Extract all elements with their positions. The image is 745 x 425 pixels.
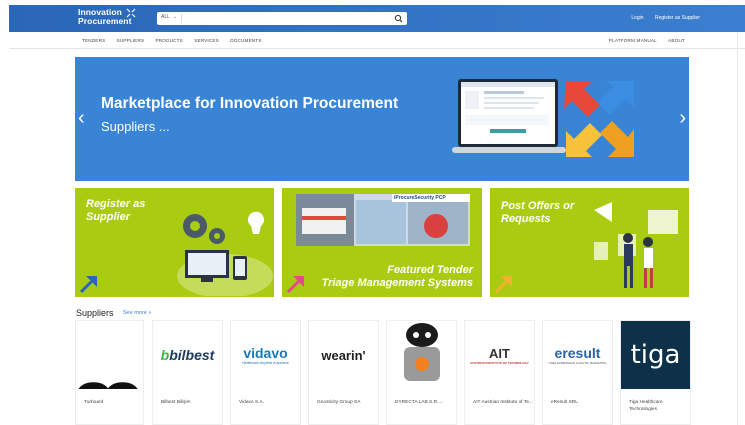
ait-logo-text: AIT (489, 345, 510, 361)
supplier-illustration (177, 211, 273, 296)
supplier-logo-turboard (76, 321, 143, 389)
nav-platform-manual[interactable]: PLATFORM MANUAL (609, 38, 657, 43)
supplier-logo-ait: AIT AUSTRIAN INSTITUTE OF TECHNOLOGY (465, 321, 534, 389)
carousel-next-icon[interactable]: › (679, 107, 686, 130)
post-offers-tile[interactable]: Post Offers or Requests (490, 188, 689, 297)
supplier-name: DYRECTA LAB S.R.... (395, 400, 443, 405)
tile-post-line1: Post Offers or (501, 200, 575, 212)
hero-carousel[interactable]: ‹ Marketplace for Innovation Procurement… (75, 57, 689, 181)
supplier-logo-tiga: tiga (621, 321, 690, 389)
logo-line2: Procurement (78, 16, 132, 26)
suppliers-see-more-link[interactable]: See more » (123, 310, 151, 316)
tender-banner-label: iProcureSecurity PCP (394, 195, 446, 201)
carousel-dots (367, 171, 392, 181)
supplier-name: AIT Austrian Institute of Te... (473, 400, 533, 405)
supplier-name: Tiga Healthcare Technologies (629, 400, 663, 412)
nav-services[interactable]: SERVICES (194, 38, 219, 43)
main-nav: TENDERS SUPPLIERS PRODUCTS SERVICES DOCU… (9, 32, 745, 49)
supplier-name: eResult SRL (551, 400, 578, 405)
bilbest-logo-prefix: b (160, 347, 170, 363)
logo-arrows-icon (126, 8, 136, 18)
register-supplier-tile[interactable]: Register as Supplier (75, 188, 274, 297)
carousel-prev-icon[interactable]: ‹ (78, 107, 85, 130)
supplier-card[interactable]: wearin' Gnosticity Group SA (308, 320, 379, 425)
nav-documents[interactable]: DOCUMENTS (230, 38, 261, 43)
supplier-name: Turboard (84, 400, 104, 405)
tile-featured-line1: Featured Tender (387, 264, 473, 276)
search-category-value: ALL (161, 14, 170, 20)
tile-featured-line2: Triage Management Systems (321, 277, 473, 289)
hero-subtitle: Suppliers ... (101, 119, 170, 134)
bilbest-logo-text: bilbest (169, 347, 215, 363)
site-logo[interactable]: Innovation Procurement (78, 8, 136, 26)
nav-suppliers[interactable]: SUPPLIERS (117, 38, 145, 43)
ait-tagline: AUSTRIAN INSTITUTE OF TECHNOLOGY (470, 360, 529, 365)
register-supplier-link[interactable]: Register as Supplier (655, 15, 700, 21)
supplier-name: Vidavo S.A. (239, 400, 264, 405)
search-category-select[interactable]: ALL ⌄ (161, 14, 177, 20)
tile-post-line2: Requests (501, 213, 551, 225)
login-link[interactable]: Login (631, 15, 643, 21)
search-input[interactable] (184, 13, 384, 24)
supplier-card[interactable]: eresult USER EXPERIENCE & DIGITAL MARKET… (542, 320, 613, 425)
vidavo-logo-text: vidavo (243, 345, 288, 361)
eresult-tagline: USER EXPERIENCE & DIGITAL MARKETING (548, 361, 607, 365)
search-divider (181, 14, 182, 23)
turboard-logo (78, 382, 138, 389)
nav-products[interactable]: PRODUCTS (156, 38, 183, 43)
nav-tenders[interactable]: TENDERS (82, 38, 105, 43)
supplier-logo-vidavo: vidavo Healthcare Anytime Anywhere (231, 321, 300, 389)
robot-logo (403, 323, 440, 381)
tiga-logo-text: tiga (630, 340, 681, 370)
supplier-logo-dyrecta (387, 321, 456, 389)
supplier-card[interactable]: tiga Tiga Healthcare Technologies (620, 320, 691, 425)
eresult-logo-text: eresult (554, 345, 601, 361)
supplier-card[interactable]: Turboard (75, 320, 144, 425)
account-links: Login Register as Supplier (621, 15, 700, 21)
laptop-illustration (452, 79, 566, 153)
supplier-logo-wearin: wearin' (309, 321, 378, 389)
supplier-name: Bilbest Bilişim (161, 400, 191, 405)
arrow-up-right-icon (494, 276, 512, 294)
supplier-card[interactable]: bbilbest Bilbest Bilişim (152, 320, 223, 425)
supplier-logo-bilbest: bbilbest (153, 321, 222, 389)
nav-about[interactable]: ABOUT (668, 38, 685, 43)
chevron-down-icon: ⌄ (172, 14, 178, 20)
hero-title: Marketplace for Innovation Procurement (101, 95, 399, 112)
tile-register-line2: Supplier (86, 211, 131, 223)
supplier-card[interactable]: AIT AUSTRIAN INSTITUTE OF TECHNOLOGY AIT… (464, 320, 535, 425)
arrow-up-right-icon (79, 276, 97, 294)
vidavo-tagline: Healthcare Anytime Anywhere (242, 361, 289, 365)
supplier-card[interactable]: vidavo Healthcare Anytime Anywhere Vidav… (230, 320, 301, 425)
featured-tender-tile[interactable]: iProcureSecurity PCP Featured Tender Tri… (282, 188, 482, 297)
search-bar: ALL ⌄ (157, 12, 407, 25)
wearin-logo-text: wearin' (321, 347, 366, 363)
tile-register-line1: Register as (86, 198, 146, 210)
search-icon[interactable] (393, 13, 404, 24)
supplier-card[interactable]: DYRECTA LAB S.R.... (386, 320, 457, 425)
page-edge-divider (737, 32, 738, 425)
post-offers-illustration (594, 202, 678, 288)
featured-tender-photo (296, 194, 470, 246)
suppliers-heading: Suppliers (76, 308, 114, 318)
arrows-graphic (564, 81, 634, 157)
supplier-logo-eresult: eresult USER EXPERIENCE & DIGITAL MARKET… (543, 321, 612, 389)
arrow-up-right-icon (286, 276, 304, 294)
supplier-name: Gnosticity Group SA (317, 400, 361, 405)
top-header: Innovation Procurement ALL ⌄ Login Regist… (9, 5, 745, 32)
